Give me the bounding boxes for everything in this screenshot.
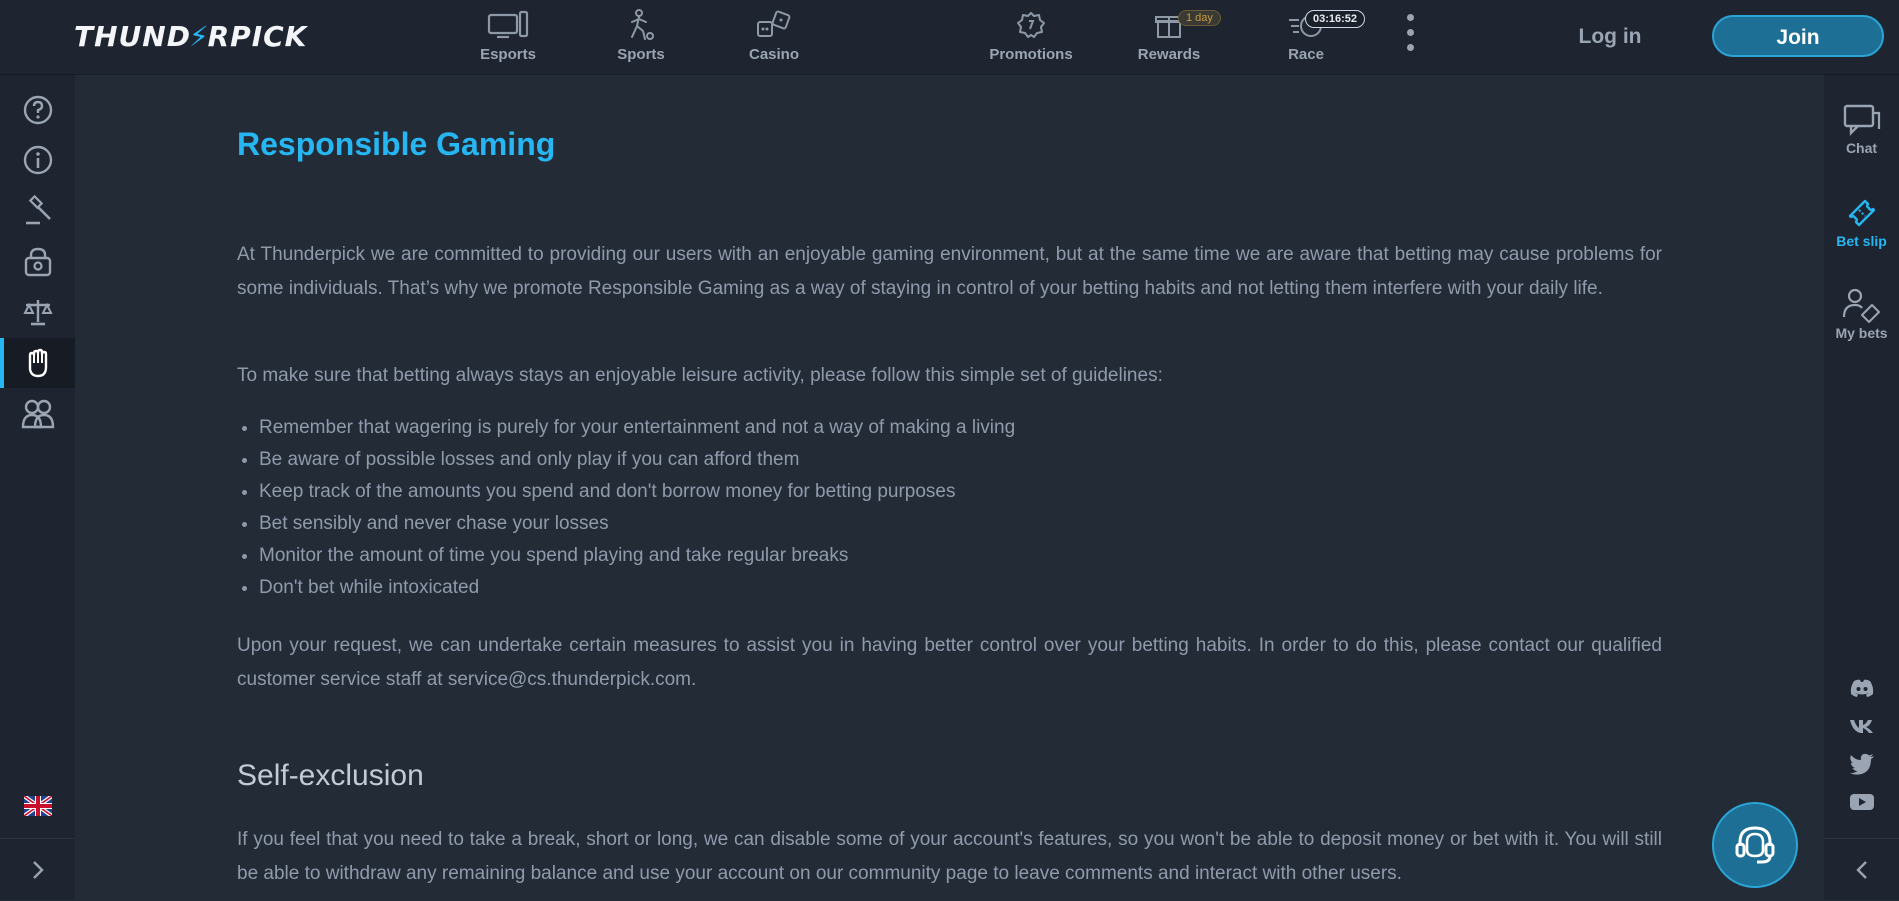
thunderpick-logo[interactable]: THUND ⚡ RPICK [74, 18, 307, 54]
twitter-icon[interactable] [1849, 751, 1875, 777]
info-icon [23, 145, 52, 175]
nav-sports-label: Sports [617, 46, 665, 63]
gavel-icon [25, 195, 51, 225]
sidebar-item-info[interactable] [0, 135, 75, 185]
contact-paragraph: Upon your request, we can undertake cert… [237, 635, 1662, 690]
monitor-icon [487, 10, 529, 39]
race-timer-badge: 03:16:52 [1305, 10, 1366, 28]
scales-icon [22, 300, 53, 326]
list-item: Bet sensibly and never chase your losses [259, 508, 1659, 540]
sidebar-item-bet-slip[interactable]: Bet slip [1824, 193, 1899, 265]
sidebar-item-terms[interactable] [0, 186, 75, 236]
list-item: Be aware of possible losses and only pla… [259, 444, 1659, 476]
discord-icon[interactable] [1849, 675, 1875, 701]
nav-promotions[interactable]: Promotions [976, 8, 1086, 68]
hand-stop-icon [28, 348, 47, 378]
chat-icon [1843, 104, 1880, 136]
nav-race[interactable]: Race 03:16:52 [1251, 8, 1366, 68]
support-chat-button[interactable] [1712, 802, 1798, 888]
vk-icon[interactable] [1849, 713, 1875, 739]
sidebar-item-responsible-gaming[interactable] [0, 338, 75, 388]
chat-label: Chat [1845, 140, 1878, 156]
my-bets-icon [1842, 288, 1880, 323]
bet-slip-label: Bet slip [1836, 233, 1887, 249]
ticket-icon [1848, 199, 1875, 227]
chevron-right-icon [32, 861, 44, 879]
login-button[interactable]: Log in [1570, 22, 1650, 52]
list-item: Monitor the amount of time you spend pla… [259, 540, 1659, 572]
intro-paragraph: At Thunderpick we are committed to provi… [237, 244, 1662, 299]
list-item: Don't bet while intoxicated [259, 572, 1659, 604]
nav-race-label: Race [1288, 46, 1324, 63]
left-sidebar [0, 74, 75, 900]
more-menu-icon[interactable] [1402, 14, 1418, 60]
dice-icon [757, 10, 791, 37]
my-bets-label: My bets [1835, 325, 1888, 341]
join-button[interactable]: Join [1712, 15, 1884, 57]
nav-esports-label: Esports [480, 46, 536, 63]
list-item: Remember that wagering is purely for you… [259, 412, 1659, 444]
affiliates-icon [21, 399, 54, 429]
nav-rewards-label: Rewards [1137, 46, 1201, 63]
right-sidebar-collapse-button[interactable] [1824, 838, 1899, 901]
help-icon [23, 95, 52, 125]
list-item: Keep track of the amounts you spend and … [259, 476, 1659, 508]
youtube-icon[interactable] [1849, 789, 1875, 815]
self-exclusion-heading: Self-exclusion [237, 759, 424, 792]
self-exclusion-paragraph: If you feel that you need to take a brea… [237, 829, 1662, 884]
sidebar-item-my-bets[interactable]: My bets [1824, 285, 1899, 357]
sidebar-item-fairness[interactable] [0, 287, 75, 337]
nav-promotions-label: Promotions [989, 46, 1073, 63]
sidebar-item-help[interactable] [0, 85, 75, 135]
sidebar-item-affiliates[interactable] [0, 389, 75, 439]
nav-casino[interactable]: Casino [719, 8, 829, 68]
privacy-lock-icon [24, 247, 51, 277]
soccer-player-icon [631, 9, 654, 40]
nav-casino-label: Casino [748, 46, 799, 63]
chevron-left-icon [1855, 861, 1867, 879]
top-bar: THUND ⚡ RPICK Esports Sports Casino Promot… [0, 0, 1899, 74]
sidebar-item-privacy[interactable] [0, 237, 75, 287]
promotions-icon [1017, 12, 1045, 38]
headset-icon [1735, 826, 1775, 864]
sidebar-item-chat[interactable]: Chat [1824, 100, 1899, 172]
right-sidebar: Chat Bet slip My bets [1824, 74, 1899, 900]
guidelines-intro: To make sure that betting always stays a… [237, 365, 1163, 386]
sidebar-expand-button[interactable] [0, 838, 75, 901]
nav-rewards[interactable]: Rewards 1 day [1114, 8, 1224, 68]
page-title: Responsible Gaming [237, 126, 556, 162]
nav-esports[interactable]: Esports [453, 8, 563, 68]
nav-sports[interactable]: Sports [586, 8, 696, 68]
rewards-badge: 1 day [1178, 10, 1221, 26]
guidelines-list: Remember that wagering is purely for you… [237, 412, 1659, 604]
uk-flag-icon[interactable] [24, 796, 52, 816]
